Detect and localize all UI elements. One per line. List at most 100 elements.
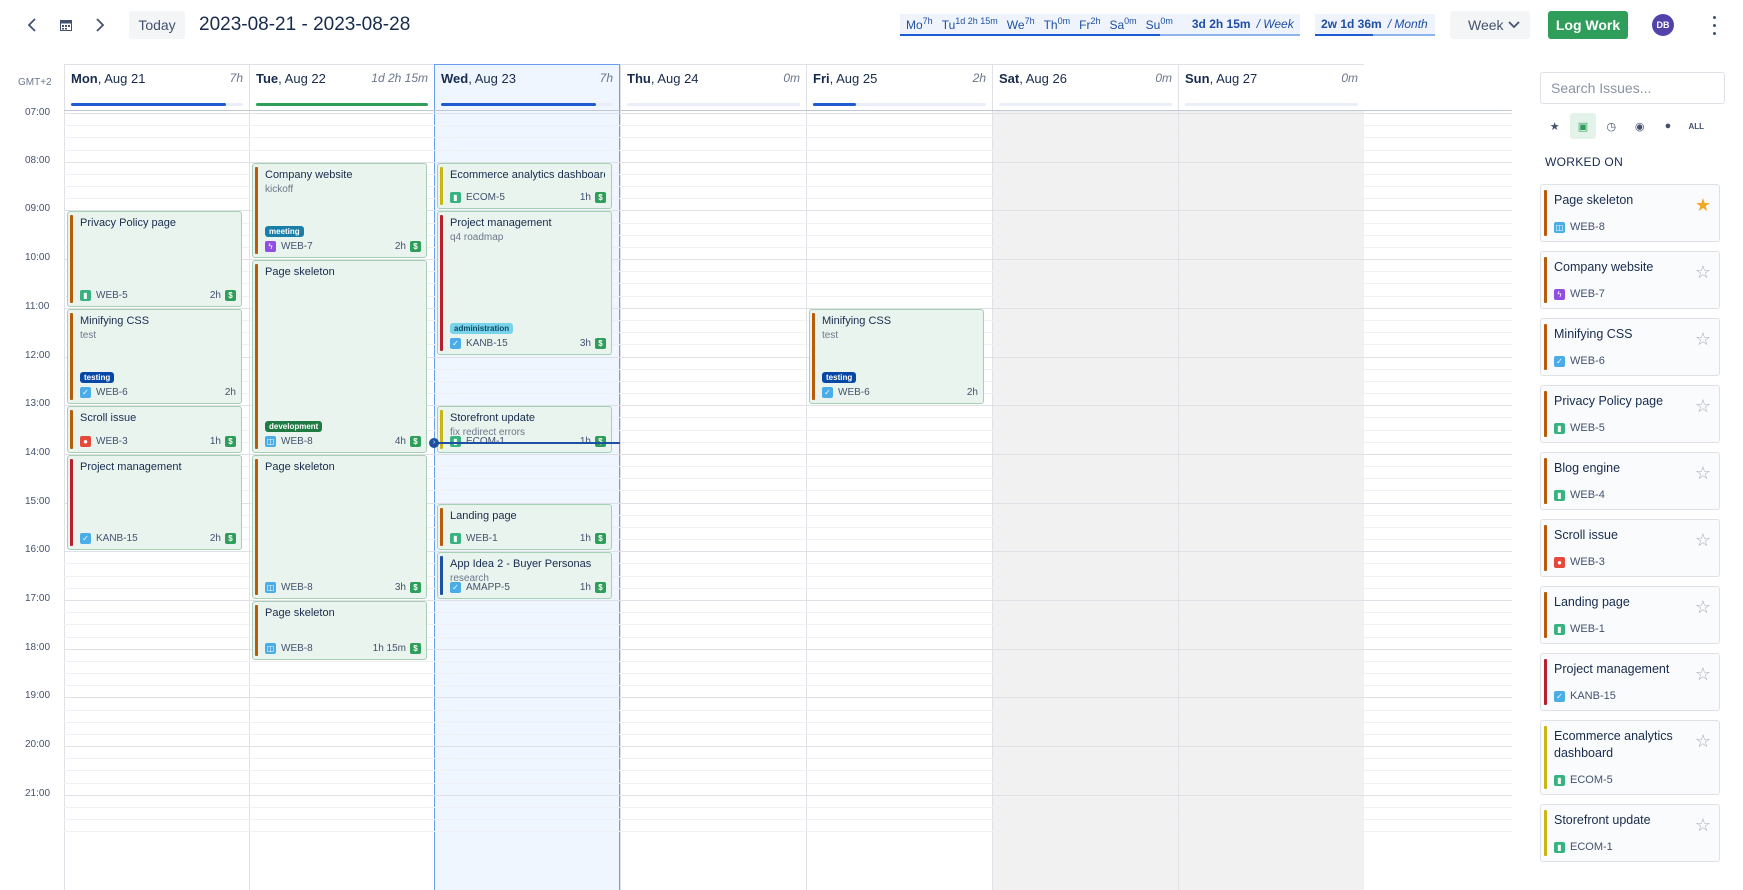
worklog-event[interactable]: Privacy Policy page ▮ WEB-5 2h $ xyxy=(67,211,242,307)
time-grid[interactable]: Privacy Policy page ▮ WEB-5 2h $ Minifying CS… xyxy=(64,110,1512,890)
event-label-badge: administration xyxy=(450,323,514,335)
event-label-badge: testing xyxy=(80,372,115,384)
month-summary[interactable]: 2w 1d 36m / Month xyxy=(1315,14,1435,36)
week-summary-day-value: 0m xyxy=(1160,16,1173,26)
issue-card[interactable]: Company website ϟ WEB-7 ☆ xyxy=(1540,251,1720,309)
today-button[interactable]: Today xyxy=(129,11,185,39)
briefcase-filter-icon[interactable]: ▣ xyxy=(1570,113,1596,139)
day-of-week: Tue xyxy=(256,71,279,86)
day-column-fri[interactable] xyxy=(806,111,992,890)
day-column-sun[interactable] xyxy=(1178,111,1364,890)
card-color-stripe xyxy=(1544,659,1547,705)
issue-card[interactable]: Minifying CSS ✓ WEB-6 ☆ xyxy=(1540,318,1720,376)
card-issue-key: ▮ WEB-1 xyxy=(1554,623,1605,635)
issue-card[interactable]: Ecommerce analytics dashboard ▮ ECOM-5 ☆ xyxy=(1540,720,1720,795)
view-select[interactable]: Week xyxy=(1450,11,1530,39)
star-icon[interactable]: ☆ xyxy=(1695,329,1711,350)
worklog-event[interactable]: Landing page ▮ WEB-1 1h $ xyxy=(437,503,612,551)
day-header-fri[interactable]: Fri, Aug 25 2h xyxy=(806,64,992,110)
clock-filter-icon[interactable]: ◷ xyxy=(1599,113,1624,139)
worklog-event[interactable]: Scroll issue ● WEB-3 1h $ xyxy=(67,406,242,453)
quarter-hour-line xyxy=(64,721,1512,723)
day-total: 7h xyxy=(229,71,243,85)
issue-card[interactable]: Scroll issue ● WEB-3 ☆ xyxy=(1540,519,1720,577)
duration-text: 2h xyxy=(966,387,978,399)
week-total: 3d 2h 15m xyxy=(1191,17,1251,31)
worklog-event[interactable]: App Idea 2 - Buyer Personas research ✓ AMAP… xyxy=(437,552,612,599)
worklog-event[interactable]: Page skeleton development ◫ WEB-8 4h $ xyxy=(252,260,427,453)
day-column-sat[interactable] xyxy=(992,111,1178,890)
star-icon[interactable]: ☆ xyxy=(1695,597,1711,618)
star-icon[interactable]: ☆ xyxy=(1695,530,1711,551)
worklog-event[interactable]: Storefront updatefix redirect errors▮ECO… xyxy=(437,406,612,453)
bug-issue-icon: ● xyxy=(80,435,91,447)
more-options-icon[interactable] xyxy=(1708,13,1720,37)
date-picker-button[interactable] xyxy=(52,11,80,39)
quarter-hour-line xyxy=(64,149,1512,151)
worklog-event[interactable]: Minifying CSS test testing ✓ WEB-6 2h xyxy=(67,308,242,405)
day-header-sun[interactable]: Sun, Aug 27 0m xyxy=(1178,64,1364,110)
event-issue-key: ✓ WEB-6 xyxy=(822,387,870,399)
day-header-sat[interactable]: Sat, Aug 26 0m xyxy=(992,64,1178,110)
day-header-tue[interactable]: Tue, Aug 22 1d 2h 15m xyxy=(249,64,434,110)
issue-card[interactable]: Blog engine ▮ WEB-4 ☆ xyxy=(1540,452,1720,510)
event-duration: 1h $ xyxy=(579,581,606,593)
day-column-thu[interactable] xyxy=(620,111,806,890)
current-time-marker-icon: › xyxy=(429,437,439,448)
time-label: 16:00 xyxy=(25,544,51,556)
week-summary-day-value: 2h xyxy=(1090,16,1101,26)
worklog-event[interactable]: Project management ✓ KANB-15 2h $ xyxy=(67,454,242,551)
card-title: Privacy Policy page xyxy=(1554,394,1664,408)
worklog-event[interactable]: Page skeleton ◫ WEB-8 1h 15m $ xyxy=(252,601,427,660)
week-summary[interactable]: Mo7h Tu1d 2h 15m We7h Th0m Fr2h Sa0m Su0m 3d 2h… xyxy=(900,14,1300,36)
day-date: , Aug 25 xyxy=(829,71,878,86)
day-header-wed[interactable]: Wed, Aug 23 7h xyxy=(434,64,620,110)
next-week-button[interactable] xyxy=(86,11,114,39)
star-icon[interactable]: ☆ xyxy=(1695,262,1711,283)
week-summary-day: Th0m xyxy=(1044,16,1071,32)
day-total: 1d 2h 15m xyxy=(371,71,428,85)
star-icon[interactable]: ☆ xyxy=(1695,731,1711,752)
day-total: 2h xyxy=(972,71,986,85)
issue-filter-bar: ★ ▣ ◷ ◉ ● ALL xyxy=(1542,113,1712,139)
day-date: , Aug 27 xyxy=(1209,71,1258,86)
issue-card[interactable]: Page skeleton ◫ WEB-8 ★ xyxy=(1540,184,1720,242)
day-header-mon[interactable]: Mon, Aug 21 7h xyxy=(64,64,249,110)
avatar[interactable]: DB xyxy=(1652,14,1674,36)
worklog-event[interactable]: Ecommerce analytics dashboard ▮ ECOM-5 1h $ xyxy=(437,162,612,210)
time-label: 17:00 xyxy=(25,593,51,604)
star-icon[interactable]: ☆ xyxy=(1695,664,1711,685)
worklog-event[interactable]: Page skeleton ◫ WEB-8 3h $ xyxy=(252,454,427,599)
star-icon[interactable]: ★ xyxy=(1695,195,1711,216)
billable-dollar-icon: $ xyxy=(595,192,606,204)
previous-week-button[interactable] xyxy=(18,11,46,39)
day-name: Sun, Aug 27 xyxy=(1185,71,1257,86)
eye-filter-icon[interactable]: ◉ xyxy=(1627,113,1652,139)
issue-card[interactable]: Storefront update ▮ ECOM-1 ☆ xyxy=(1540,804,1720,862)
user-filter-icon[interactable]: ● xyxy=(1655,113,1680,139)
star-icon[interactable]: ☆ xyxy=(1695,463,1711,484)
event-color-stripe xyxy=(440,556,443,595)
issue-card[interactable]: Project management ✓ KANB-15 ☆ xyxy=(1540,653,1720,711)
duration-text: 1h xyxy=(579,581,591,593)
day-name: Thu, Aug 24 xyxy=(627,71,699,86)
issue-card[interactable]: Privacy Policy page ▮ WEB-5 ☆ xyxy=(1540,385,1720,443)
week-summary-day-value: 0m xyxy=(1124,16,1137,26)
issue-key-text: WEB-5 xyxy=(1570,422,1605,434)
card-issue-key: ◫ WEB-8 xyxy=(1554,221,1605,233)
star-icon[interactable]: ☆ xyxy=(1695,396,1711,417)
day-header-thu[interactable]: Thu, Aug 24 0m xyxy=(620,64,806,110)
day-progress-track xyxy=(441,103,613,106)
time-label: 11:00 xyxy=(25,300,50,312)
star-filter-icon[interactable]: ★ xyxy=(1542,113,1567,139)
search-issues-input[interactable] xyxy=(1540,72,1725,104)
worklog-event[interactable]: Company website kickoff meeting ϟ WEB-7 2h $ xyxy=(252,162,427,259)
worklog-event[interactable]: Minifying CSS test testing ✓ WEB-6 2h xyxy=(809,308,984,405)
worklog-event[interactable]: Project management q4 roadmap administrati… xyxy=(437,211,612,356)
log-work-button[interactable]: Log Work xyxy=(1548,11,1628,39)
all-filter[interactable]: ALL xyxy=(1684,113,1709,139)
event-color-stripe xyxy=(255,605,258,656)
issue-card[interactable]: Landing page ▮ WEB-1 ☆ xyxy=(1540,586,1720,644)
star-icon[interactable]: ☆ xyxy=(1695,815,1711,836)
week-summary-day-value: 0m xyxy=(1057,16,1071,26)
